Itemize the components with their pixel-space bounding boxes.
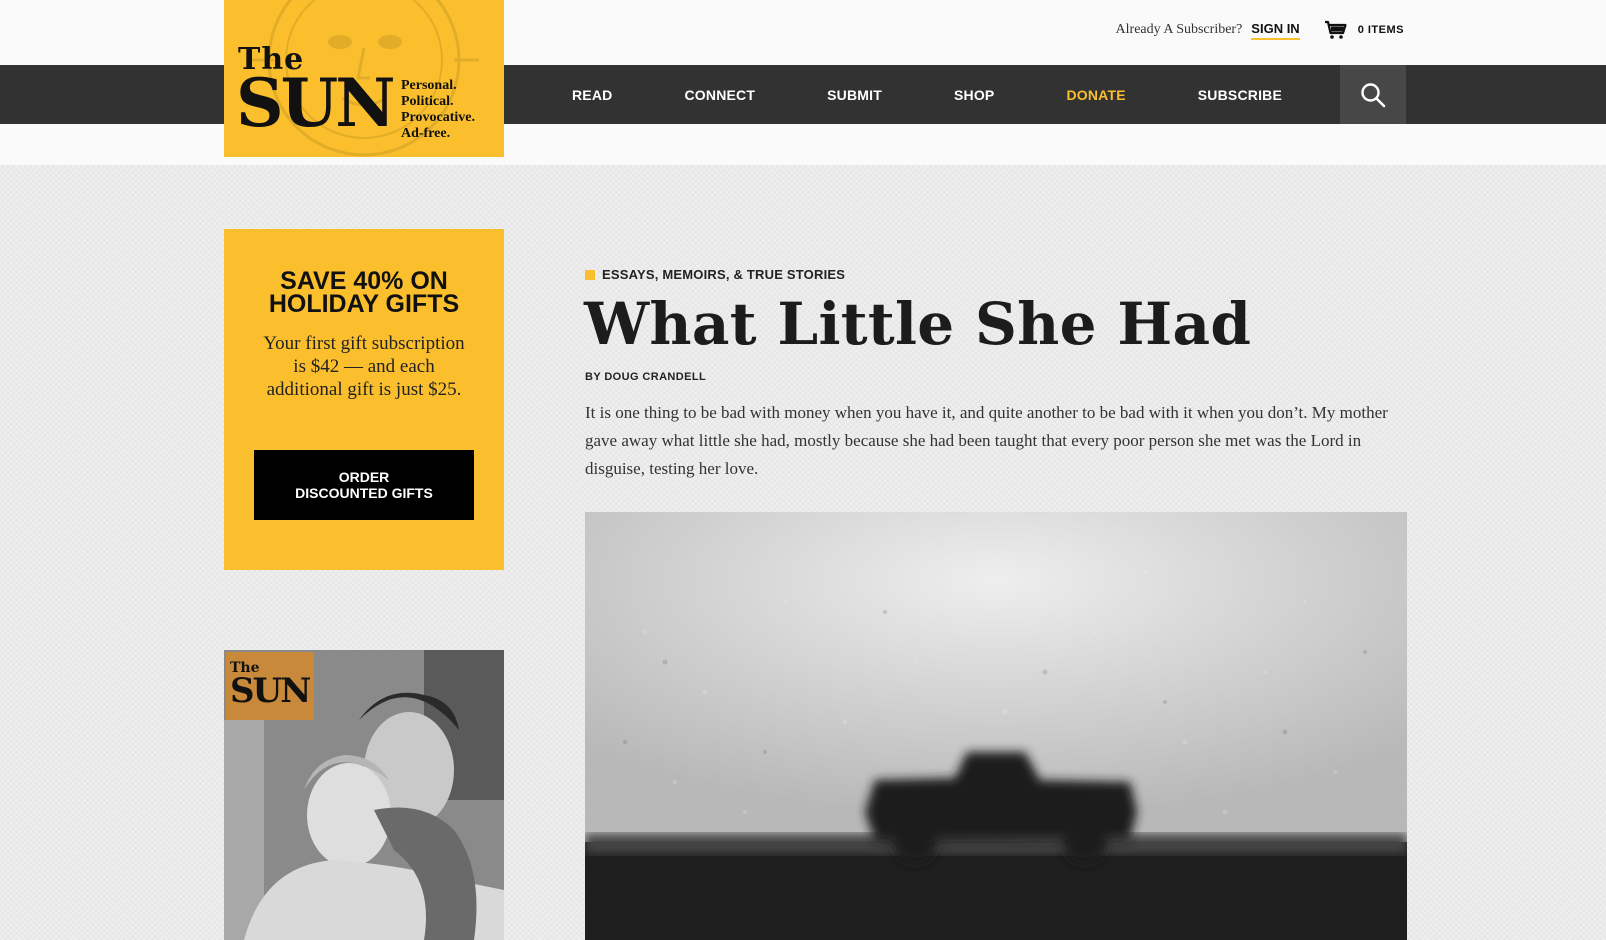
- search-button[interactable]: [1340, 65, 1406, 124]
- order-button-line: ORDER: [338, 469, 390, 485]
- cover-logo: The SUN: [226, 652, 314, 720]
- nav-menu: READ CONNECT SUBMIT SHOP DONATE SUBSCRIB…: [572, 65, 1354, 124]
- article-hero-image: [585, 512, 1407, 940]
- article-excerpt: It is one thing to be bad with money whe…: [585, 403, 1388, 478]
- nav-read[interactable]: READ: [572, 87, 612, 103]
- truck-in-rain-photo: [585, 512, 1407, 940]
- magazine-cover[interactable]: The SUN: [224, 650, 504, 940]
- cover-logo-sun: SUN: [230, 671, 311, 711]
- tagline-line: Ad-free.: [401, 126, 451, 141]
- nav-shop[interactable]: SHOP: [954, 87, 994, 103]
- tagline-line: Personal.: [401, 78, 457, 93]
- article-byline[interactable]: BY DOUG CRANDELL: [585, 371, 706, 383]
- site-logo[interactable]: The SUN Personal. Political. Provocative…: [224, 0, 504, 157]
- sign-in-link[interactable]: SIGN IN: [1251, 21, 1300, 40]
- tagline-line: Political.: [401, 94, 454, 109]
- category-label: ESSAYS, MEMOIRS, & TRUE STORIES: [602, 267, 846, 282]
- nav-submit[interactable]: SUBMIT: [827, 87, 882, 103]
- tagline-line: Provocative.: [401, 110, 475, 125]
- nav-donate[interactable]: DONATE: [1066, 87, 1125, 103]
- category-marker: [585, 269, 595, 280]
- holiday-gift-promo: SAVE 40% ON HOLIDAY GIFTS Your first gif…: [224, 229, 504, 570]
- account-area: Already A Subscriber? SIGN IN 0 ITEMS: [1116, 20, 1404, 40]
- order-button-line: DISCOUNTED GIFTS: [295, 485, 433, 501]
- article-title: What Little She Had: [584, 290, 1252, 358]
- promo-body: Your first gift subscription is $42 — an…: [263, 333, 465, 400]
- article-category[interactable]: ESSAYS, MEMOIRS, & TRUE STORIES: [585, 267, 845, 282]
- search-icon: [1361, 82, 1386, 107]
- logo-sun: SUN: [236, 64, 396, 142]
- order-discounted-gifts-button[interactable]: ORDER DISCOUNTED GIFTS: [254, 450, 474, 520]
- cart-items-count[interactable]: 0 ITEMS: [1358, 24, 1404, 36]
- cart-icon[interactable]: [1324, 20, 1348, 40]
- already-subscriber-text: Already A Subscriber?: [1115, 22, 1243, 37]
- promo-headline-line: HOLIDAY GIFTS: [268, 290, 460, 318]
- nav-subscribe[interactable]: SUBSCRIBE: [1198, 87, 1282, 103]
- nav-connect[interactable]: CONNECT: [684, 87, 755, 103]
- logo-tagline: Personal. Political. Provocative. Ad-fre…: [401, 78, 475, 142]
- promo-headline: SAVE 40% ON HOLIDAY GIFTS: [224, 269, 504, 318]
